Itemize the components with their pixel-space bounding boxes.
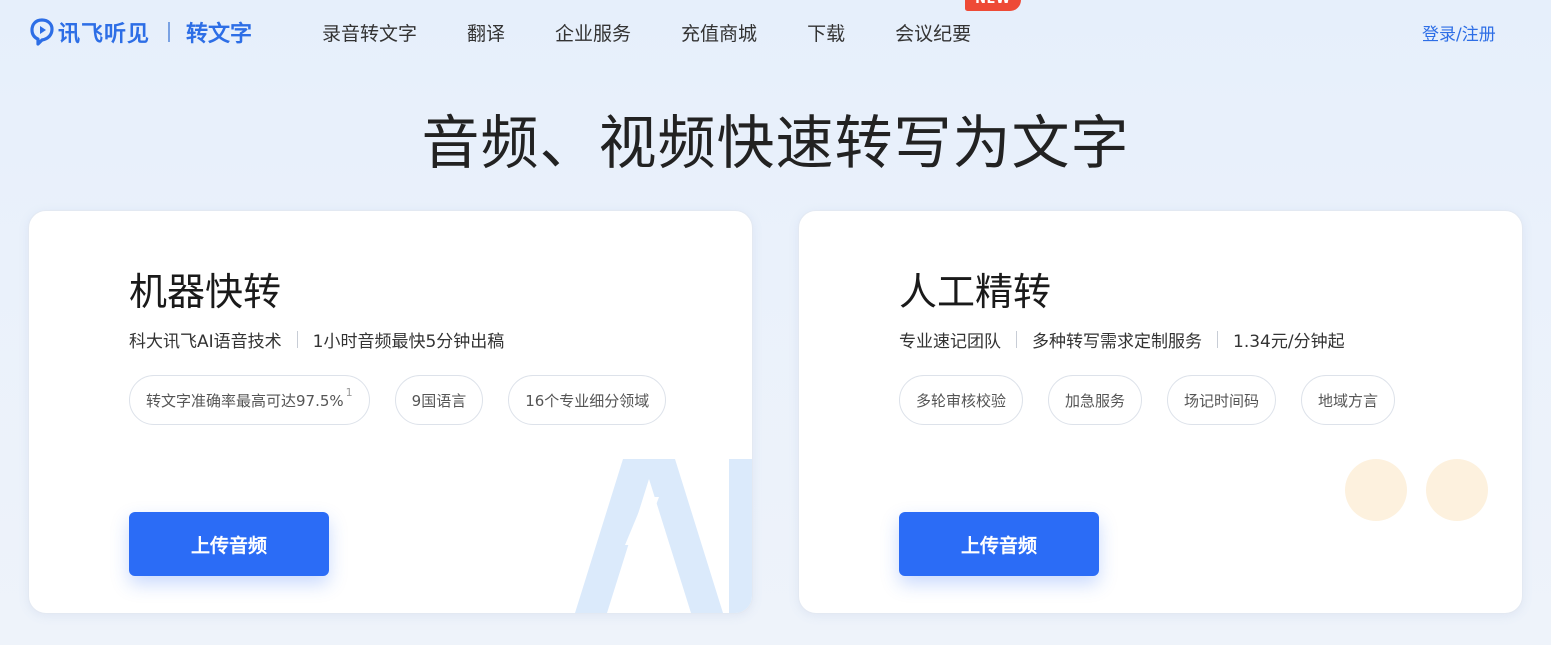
feature-tag: 场记时间码 (1167, 375, 1277, 425)
card-title: 机器快转 (129, 270, 282, 314)
machine-transcription-card: 机器快转 科大讯飞AI语音技术 1小时音频最快5分钟出稿 转文字准确率最高可达9… (28, 210, 753, 614)
nav-item-recording-to-text[interactable]: 录音转文字 (322, 19, 417, 46)
card-title: 人工精转 (899, 270, 1052, 314)
dots-icon (1426, 459, 1488, 521)
logo-divider (168, 22, 171, 42)
new-badge: NEW (965, 0, 1021, 11)
subtitle-item: 科大讯飞AI语音技术 (129, 332, 282, 352)
top-header: 讯飞听见 转文字 录音转文字 翻译 企业服务 充值商城 下载 会议纪要 NEW … (0, 0, 1551, 64)
human-transcription-card: 人工精转 专业速记团队 多种转写需求定制服务 1.34元/分钟起 多轮审核校验 … (798, 210, 1523, 614)
feature-tag: 16个专业细分领域 (508, 375, 667, 425)
subtitle-item: 专业速记团队 (899, 332, 1001, 352)
upload-audio-button[interactable]: 上传音频 (899, 512, 1099, 576)
feature-tag: 加急服务 (1048, 375, 1143, 425)
main-nav: 录音转文字 翻译 企业服务 充值商城 下载 会议纪要 NEW (322, 0, 1021, 64)
feature-tag: 多轮审核校验 (899, 375, 1024, 425)
feature-tags: 多轮审核校验 加急服务 场记时间码 地域方言 (899, 375, 1420, 425)
footnote-marker: 1 (345, 385, 353, 399)
nav-item-meeting-minutes-label: 会议纪要 (895, 22, 972, 45)
subtitle-item: 1.34元/分钟起 (1233, 332, 1345, 352)
product-name: 转文字 (186, 22, 253, 47)
nav-item-enterprise[interactable]: 企业服务 (555, 19, 631, 46)
upload-audio-button[interactable]: 上传音频 (129, 512, 329, 576)
logo[interactable]: 讯飞听见 转文字 (30, 12, 252, 52)
dots-icon (1345, 459, 1407, 521)
ai-lightning-icon (575, 459, 752, 613)
card-subtitle: 专业速记团队 多种转写需求定制服务 1.34元/分钟起 (899, 327, 1345, 352)
logo-text: 讯飞听见 (58, 22, 151, 47)
logo-ear-icon (30, 18, 54, 46)
feature-tags: 转文字准确率最高可达97.5% 1 9国语言 16个专业细分领域 (129, 375, 691, 425)
nav-item-meeting-minutes[interactable]: 会议纪要 NEW (895, 0, 1021, 46)
feature-tag: 地域方言 (1301, 375, 1396, 425)
nav-item-translate[interactable]: 翻译 (467, 19, 505, 46)
feature-tag: 9国语言 (394, 375, 484, 425)
card-subtitle: 科大讯飞AI语音技术 1小时音频最快5分钟出稿 (129, 327, 504, 352)
subtitle-divider (296, 331, 298, 348)
nav-item-download[interactable]: 下载 (807, 19, 845, 46)
feature-tag-label: 转文字准确率最高可达97.5% (146, 391, 344, 410)
login-register-link[interactable]: 登录/注册 (1422, 20, 1496, 45)
subtitle-item: 1小时音频最快5分钟出稿 (312, 332, 505, 352)
subtitle-item: 多种转写需求定制服务 (1032, 332, 1202, 352)
feature-tag: 转文字准确率最高可达97.5% 1 (129, 375, 370, 425)
nav-item-store[interactable]: 充值商城 (681, 19, 757, 46)
subtitle-divider (1016, 331, 1017, 348)
hero-title: 音频、视频快速转写为文字 (421, 109, 1130, 177)
subtitle-divider (1217, 331, 1218, 348)
